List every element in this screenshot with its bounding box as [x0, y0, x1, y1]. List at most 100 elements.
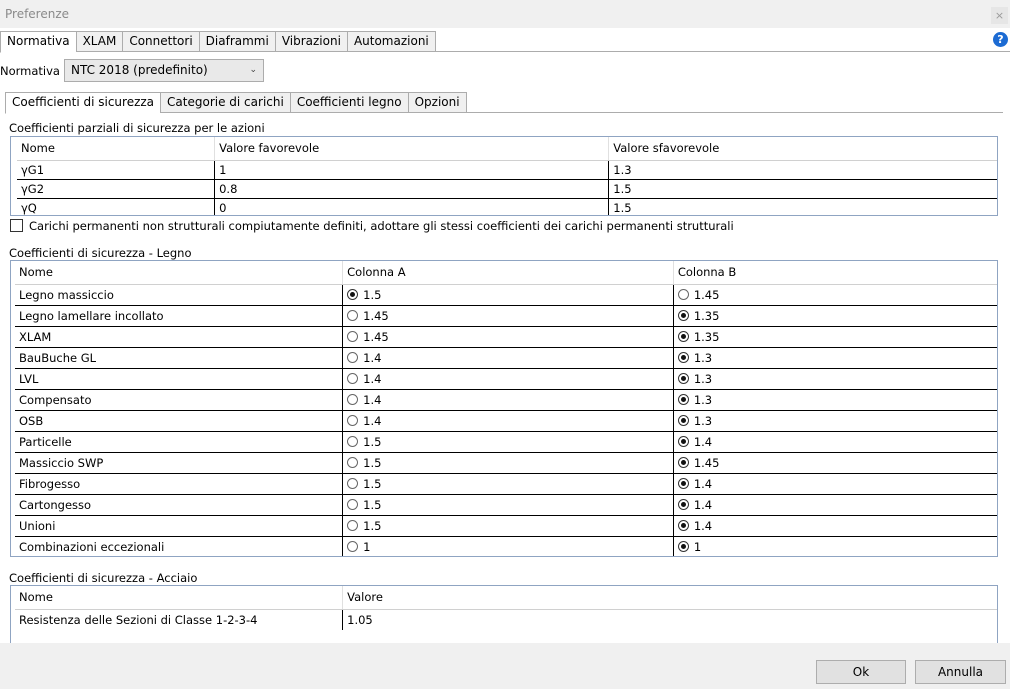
cancel-button[interactable]: Annulla — [915, 660, 1006, 684]
radio-unselected-icon[interactable] — [347, 309, 359, 321]
colonna-a-cell[interactable]: 1.5 — [342, 452, 674, 474]
radio-unselected-icon[interactable] — [347, 414, 359, 426]
colonna-a-cell[interactable]: 1.5 — [342, 515, 674, 537]
colonna-b-cell[interactable]: 1.4 — [673, 431, 997, 453]
acciaio-value-cell[interactable]: 1.05 — [343, 609, 997, 630]
help-icon[interactable]: ? — [993, 32, 1008, 47]
colonna-b-cell[interactable]: 1.4 — [673, 515, 997, 537]
subtab-coefficienti-di-sicurezza[interactable]: Coefficienti di sicurezza — [5, 92, 161, 114]
radio-selected-icon[interactable] — [677, 540, 689, 552]
azioni-value-cell[interactable]: 1 — [214, 160, 610, 180]
legno-column-header[interactable]: Colonna B — [673, 261, 997, 285]
radio-selected-icon[interactable] — [677, 456, 689, 468]
colonna-b-cell[interactable]: 1.3 — [673, 347, 997, 369]
colonna-b-cell[interactable]: 1.3 — [673, 410, 997, 432]
colonna-b-cell[interactable]: 1.45 — [673, 452, 997, 474]
colonna-b-cell[interactable]: 1.35 — [673, 326, 997, 348]
radio-selected-icon[interactable] — [677, 309, 689, 321]
radio-selected-icon[interactable] — [347, 288, 359, 300]
ok-button[interactable]: Ok — [816, 660, 906, 684]
colonna-a-cell[interactable]: 1.4 — [342, 410, 674, 432]
legno-table: Nome Colonna A Colonna B Legno massiccio 1.… — [15, 261, 997, 556]
radio-selected-icon[interactable] — [677, 414, 689, 426]
radio-selected-icon[interactable] — [677, 351, 689, 363]
colonna-b-cell[interactable]: 1.45 — [673, 284, 997, 306]
subtab-categorie-di-carichi[interactable]: Categorie di carichi — [160, 92, 290, 113]
colonna-b-cell[interactable]: 1.3 — [673, 368, 997, 390]
table-row: Compensato 1.4 1.3 — [15, 389, 997, 411]
azioni-value-cell[interactable]: 1.5 — [608, 179, 997, 199]
sub-tab-strip: Coefficienti di sicurezza Categorie di ca… — [5, 92, 467, 114]
radio-unselected-icon[interactable] — [347, 330, 359, 342]
tab-xlam[interactable]: XLAM — [75, 31, 123, 52]
radio-unselected-icon[interactable] — [677, 288, 689, 300]
colonna-a-cell[interactable]: 1.4 — [342, 389, 674, 411]
radio-unselected-icon[interactable] — [347, 372, 359, 384]
carichi-permanenti-checkbox[interactable] — [10, 219, 23, 232]
normativa-select[interactable]: NTC 2018 (predefinito) ⌄ — [64, 59, 264, 82]
colonna-a-cell[interactable]: 1.5 — [342, 494, 674, 516]
radio-unselected-icon[interactable] — [347, 519, 359, 531]
tab-automazioni[interactable]: Automazioni — [346, 31, 436, 52]
tab-diaframmi[interactable]: Diaframmi — [198, 31, 275, 52]
colonna-b-cell[interactable]: 1.35 — [673, 305, 997, 327]
azioni-column-header[interactable]: Nome — [17, 137, 216, 161]
close-button[interactable]: × — [991, 7, 1008, 24]
colonna-a-cell[interactable]: 1.5 — [342, 431, 674, 453]
legno-name-cell: Legno lamellare incollato — [15, 305, 344, 327]
normativa-label: Normativa — [0, 64, 60, 78]
radio-selected-icon[interactable] — [677, 330, 689, 342]
legno-column-header[interactable]: Colonna A — [342, 261, 674, 285]
subtab-opzioni[interactable]: Opzioni — [407, 92, 467, 113]
tab-connettori[interactable]: Connettori — [122, 31, 199, 52]
colonna-b-value: 1.4 — [693, 497, 713, 512]
radio-unselected-icon[interactable] — [347, 351, 359, 363]
radio-unselected-icon[interactable] — [347, 435, 359, 447]
radio-unselected-icon[interactable] — [347, 477, 359, 489]
tab-vibrazioni[interactable]: Vibrazioni — [274, 31, 347, 52]
azioni-value-cell[interactable]: 0.8 — [214, 179, 610, 199]
azioni-value-cell[interactable]: 1.3 — [608, 160, 997, 180]
azioni-column-header[interactable]: Valore favorevole — [214, 137, 610, 161]
colonna-a-value: 1.4 — [363, 413, 382, 428]
azioni-value-cell[interactable]: 0 — [214, 198, 610, 215]
table-row: Particelle 1.5 1.4 — [15, 431, 997, 453]
azioni-value-cell[interactable]: 1.5 — [608, 198, 997, 215]
radio-selected-icon[interactable] — [677, 498, 689, 510]
colonna-b-cell[interactable]: 1.3 — [673, 389, 997, 411]
radio-unselected-icon[interactable] — [347, 393, 359, 405]
colonna-a-cell[interactable]: 1.4 — [342, 347, 674, 369]
table-row: XLAM 1.45 1.35 — [15, 326, 997, 348]
acciaio-name-cell: Resistenza delle Sezioni di Classe 1-2-3… — [15, 609, 344, 630]
subtab-coefficienti-legno[interactable]: Coefficienti legno — [289, 92, 408, 113]
radio-selected-icon[interactable] — [677, 519, 689, 531]
main-tab-strip: Normativa XLAM Connettori Diaframmi Vibrazio… — [0, 31, 1010, 53]
radio-selected-icon[interactable] — [677, 372, 689, 384]
colonna-a-cell[interactable]: 1.5 — [342, 473, 674, 495]
title-bar — [0, 0, 1010, 28]
table-row: Resistenza delle Sezioni di Classe 1-2-3… — [15, 609, 997, 630]
azioni-column-header[interactable]: Valore sfavorevole — [608, 137, 997, 161]
legno-name-cell: Unioni — [15, 515, 344, 537]
radio-selected-icon[interactable] — [677, 435, 689, 447]
colonna-a-cell[interactable]: 1.45 — [342, 326, 674, 348]
azioni-section-title: Coefficienti parziali di sicurezza per l… — [9, 121, 265, 135]
radio-selected-icon[interactable] — [677, 393, 689, 405]
colonna-a-cell[interactable]: 1.45 — [342, 305, 674, 327]
colonna-a-cell[interactable]: 1 — [342, 536, 674, 556]
radio-unselected-icon[interactable] — [347, 498, 359, 510]
radio-unselected-icon[interactable] — [347, 540, 359, 552]
colonna-a-cell[interactable]: 1.5 — [342, 284, 674, 306]
colonna-b-cell[interactable]: 1.4 — [673, 494, 997, 516]
colonna-b-cell[interactable]: 1 — [673, 536, 997, 556]
colonna-a-cell[interactable]: 1.4 — [342, 368, 674, 390]
azioni-name-cell: γG1 — [17, 160, 216, 180]
tab-normativa[interactable]: Normativa — [0, 31, 76, 53]
acciaio-column-header[interactable]: Valore — [342, 586, 997, 610]
azioni-table-box: Nome Valore favorevole Valore sfavorevole … — [10, 136, 998, 216]
colonna-b-cell[interactable]: 1.4 — [673, 473, 997, 495]
acciaio-column-header[interactable]: Nome — [15, 586, 344, 610]
radio-unselected-icon[interactable] — [347, 456, 359, 468]
legno-column-header[interactable]: Nome — [15, 261, 344, 285]
radio-selected-icon[interactable] — [677, 477, 689, 489]
